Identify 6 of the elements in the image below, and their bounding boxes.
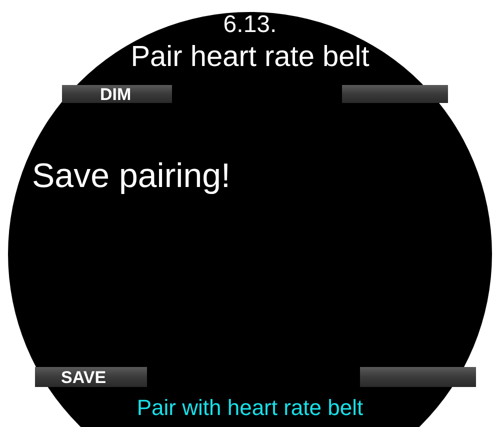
softkey-bar[interactable]: DIM xyxy=(62,85,172,103)
section-number: 6.13. xyxy=(223,13,277,37)
softkey-bar[interactable]: SAVE xyxy=(35,367,147,387)
footer-hint: Pair with heart rate belt xyxy=(136,397,364,419)
screen-title: Pair heart rate belt xyxy=(130,43,370,72)
status-message: Save pairing! xyxy=(32,159,230,193)
